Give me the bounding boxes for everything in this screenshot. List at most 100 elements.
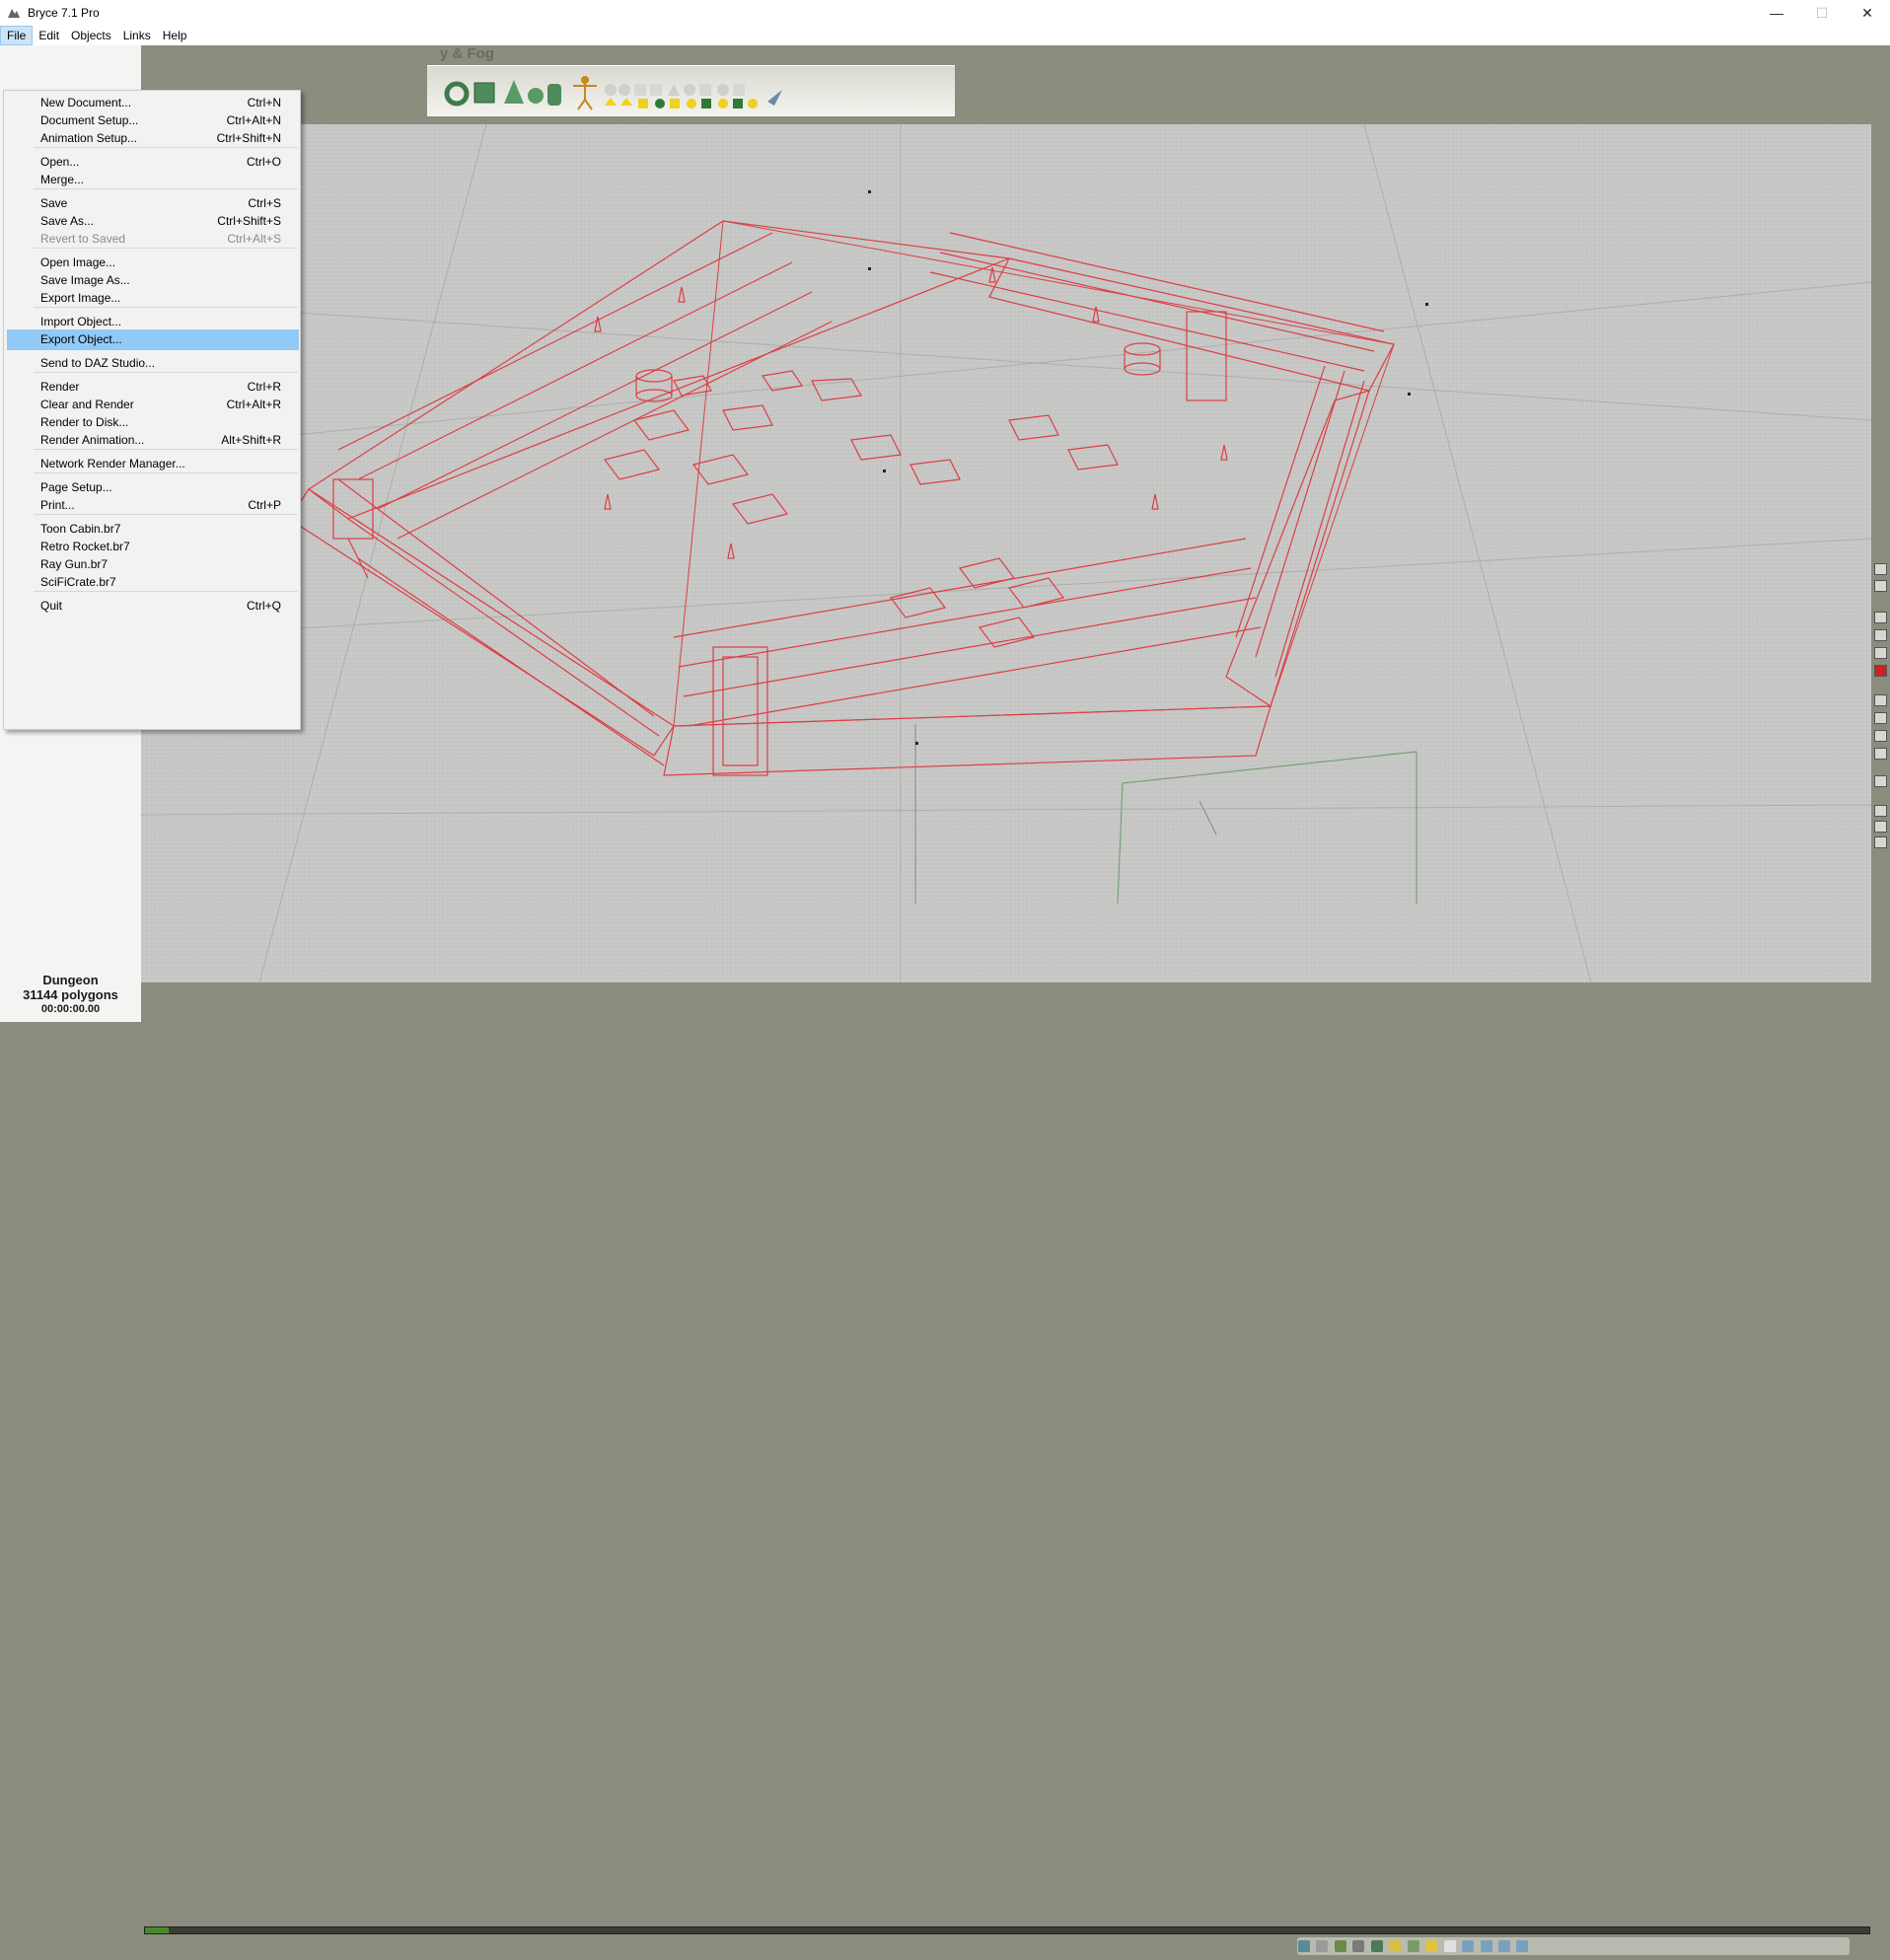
menu-item-merge[interactable]: Merge... (7, 170, 299, 190)
animation-timeline[interactable] (144, 1926, 1870, 1934)
pencil-icon[interactable] (1874, 580, 1887, 592)
menu-item-quit[interactable]: Quit Ctrl+Q (7, 596, 299, 617)
app-area: y & Fog Dungeon 31144 polygons 00:00:00.… (0, 45, 1890, 1955)
title-bar: Bryce 7.1 Pro — ☐ ✕ (0, 0, 1890, 26)
wireframe-mode-icon[interactable] (1874, 612, 1887, 623)
menu-item-shortcut: Ctrl+Shift+N (216, 131, 281, 145)
menu-item-label: Document Setup... (40, 113, 139, 127)
yellow-primitive-icons (605, 98, 758, 109)
barrel-west (635, 369, 673, 402)
wireframe-scene (141, 124, 1871, 982)
south-wall-detail (337, 478, 1262, 766)
maximize-button[interactable]: ☐ (1799, 0, 1845, 26)
background-toggle-icon[interactable] (1874, 694, 1887, 706)
menu-item-animation-setup[interactable]: Animation Setup... Ctrl+Shift+N (7, 128, 299, 149)
menu-item-revert-to-saved: Revert to Saved Ctrl+Alt+S (7, 229, 299, 250)
corner-towers (332, 311, 1227, 776)
menu-item-print[interactable]: Print... Ctrl+P (7, 495, 299, 516)
sun-icon[interactable] (1425, 1940, 1438, 1952)
render-stop-icon[interactable] (1874, 665, 1887, 677)
bounding-box-handles (868, 190, 1428, 745)
shaded-mode-icon[interactable] (1874, 647, 1887, 659)
ground-toggle-icon[interactable] (1874, 730, 1887, 742)
scene-icon[interactable] (1298, 1940, 1310, 1952)
cube-icon (473, 82, 495, 104)
bryce-app-icon (8, 9, 20, 18)
play-icon[interactable] (1480, 1940, 1492, 1952)
current-time: 00:00:00.00 (40, 1003, 101, 1015)
menu-item-label: Ray Gun.br7 (40, 557, 109, 571)
menu-item-shortcut: Alt+Shift+R (221, 433, 281, 447)
menu-item-render-animation[interactable]: Render Animation... Alt+Shift+R (7, 430, 299, 451)
depth-cue-icon[interactable] (1874, 712, 1887, 724)
menu-edit[interactable]: Edit (33, 26, 65, 45)
trackball-icon[interactable] (1874, 775, 1887, 787)
cylinder-icon (547, 84, 561, 106)
menu-item-label: Save Image As... (40, 273, 130, 287)
terrain-icon[interactable] (1334, 1940, 1346, 1952)
menu-item-label: Import Object... (40, 315, 122, 328)
close-button[interactable]: ✕ (1845, 0, 1890, 26)
menu-item-label: Open Image... (40, 255, 116, 269)
menu-item-label: Send to DAZ Studio... (40, 356, 156, 370)
palette-tab-label[interactable]: y & Fog (440, 45, 494, 62)
menu-item-export-object[interactable]: Export Object... (7, 329, 299, 350)
end-icon[interactable] (1516, 1940, 1529, 1952)
bottom-bar (0, 982, 1890, 1955)
menu-item-send-to-daz-studio[interactable]: Send to DAZ Studio... (7, 353, 299, 374)
material-icon[interactable] (1407, 1940, 1419, 1952)
ground-grid (141, 124, 1871, 982)
palette-strip: y & Fog (141, 45, 1890, 124)
pan-icon[interactable] (1874, 836, 1887, 848)
3d-viewport[interactable]: A ▥ ⇆ ⊠ M E U (141, 124, 1871, 982)
scene-name: Dungeon (42, 973, 99, 987)
menu-item-export-image[interactable]: Export Image... (7, 288, 299, 309)
menu-item-network-render-manager[interactable]: Network Render Manager... (7, 454, 299, 474)
menu-item-scificrate-br7[interactable]: SciFiCrate.br7 (7, 572, 299, 593)
rewind-icon[interactable] (1462, 1940, 1475, 1952)
solid-mode-icon[interactable] (1874, 629, 1887, 641)
scene-info: Dungeon 31144 polygons 00:00:00.00 (0, 973, 141, 1022)
window-title: Bryce 7.1 Pro (28, 6, 100, 20)
memory-dots-icon[interactable] (1443, 1940, 1456, 1952)
tree-icon[interactable] (1370, 1940, 1383, 1952)
menu-item-label: Render Animation... (40, 433, 145, 447)
rock-icon[interactable] (1352, 1940, 1365, 1952)
menu-item-label: Revert to Saved (40, 232, 126, 246)
menu-item-label: Animation Setup... (40, 131, 138, 145)
menu-item-label: Page Setup... (40, 480, 112, 494)
zoom-in-icon[interactable] (1874, 805, 1887, 817)
menu-item-label: Export Object... (40, 332, 122, 346)
torus-icon (444, 81, 470, 107)
menu-file[interactable]: File (0, 26, 34, 45)
object-icon[interactable] (1316, 1940, 1329, 1952)
menu-item-label: Toon Cabin.br7 (40, 522, 121, 536)
forward-icon[interactable] (1497, 1940, 1510, 1952)
menu-item-label: Clear and Render (40, 398, 134, 411)
file-menu-dropdown: New Document... Ctrl+N Document Setup... Ct… (3, 90, 301, 730)
menu-bar: File Edit Objects Links Help (0, 26, 1890, 45)
menu-help[interactable]: Help (157, 26, 193, 45)
zoom-out-icon[interactable] (1874, 821, 1887, 833)
animation-controls (1297, 1937, 1850, 1955)
menu-item-label: Merge... (40, 173, 85, 186)
menu-item-shortcut: Ctrl+P (248, 498, 281, 512)
timeline-scrubber[interactable] (145, 1927, 169, 1933)
camera-icon[interactable] (1874, 748, 1887, 760)
menu-links[interactable]: Links (117, 26, 157, 45)
menu-item-label: Render (40, 380, 80, 394)
menu-objects[interactable]: Objects (65, 26, 117, 45)
minimize-button[interactable]: — (1754, 0, 1799, 26)
edit-tool-icon[interactable] (1874, 563, 1887, 575)
torches (594, 266, 1228, 559)
menu-item-label: Save As... (40, 214, 95, 228)
polygon-count: 31144 polygons (23, 987, 118, 1002)
menu-item-label: Export Image... (40, 291, 121, 305)
light-icon[interactable] (1389, 1940, 1402, 1952)
east-wall-detail (1235, 365, 1365, 678)
menu-item-label: Quit (40, 599, 63, 613)
create-objects-icons (444, 76, 782, 110)
menu-item-label: Render to Disk... (40, 415, 129, 429)
dungeon-wireframe (288, 220, 1395, 776)
menu-item-label: New Document... (40, 96, 132, 109)
